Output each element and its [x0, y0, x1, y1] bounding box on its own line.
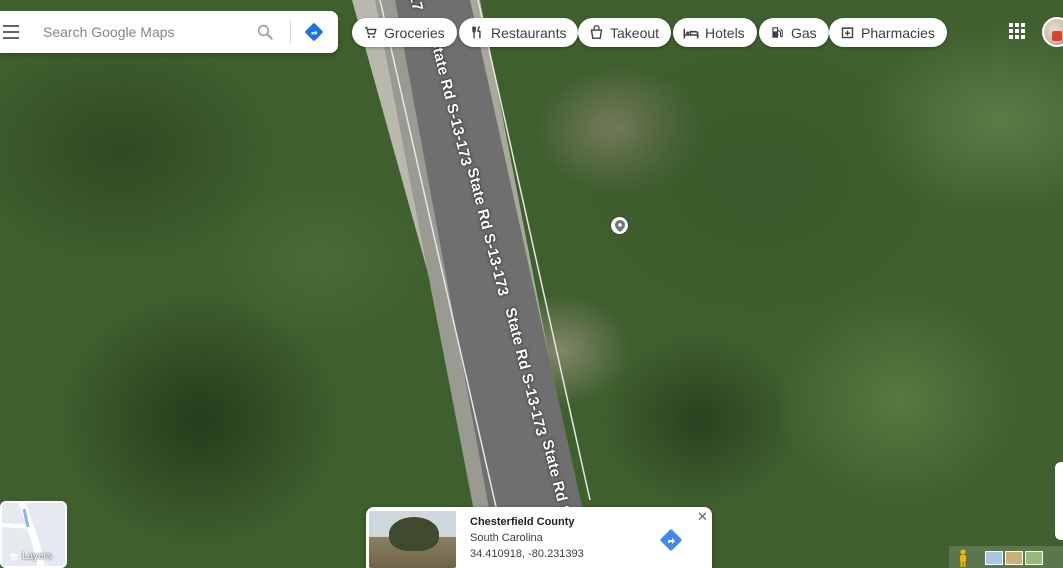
place-pin-icon[interactable]: [611, 217, 628, 234]
gas-pump-icon: [769, 25, 785, 41]
thumbnail[interactable]: [1005, 551, 1023, 565]
pharmacy-icon: [839, 25, 855, 41]
apps-grid-icon[interactable]: [1009, 23, 1025, 39]
layers-button[interactable]: Layers: [0, 501, 67, 568]
chip-restaurants[interactable]: Restaurants: [459, 18, 579, 47]
chip-label: Pharmacies: [861, 24, 935, 41]
cart-icon: [362, 25, 378, 41]
imagery-thumbnails[interactable]: [985, 551, 1043, 565]
chip-gas[interactable]: Gas: [759, 18, 829, 47]
chip-label: Takeout: [610, 24, 660, 41]
location-coordinates: 34.410918, -80.231393: [470, 548, 584, 560]
location-info-card[interactable]: Chesterfield County South Carolina 34.41…: [366, 507, 712, 568]
layers-label-wrap: Layers: [8, 551, 52, 562]
search-box: [0, 11, 338, 53]
location-title: Chesterfield County: [470, 516, 575, 528]
chip-label: Restaurants: [491, 24, 567, 41]
road: [352, 0, 591, 568]
hamburger-menu-icon[interactable]: [3, 23, 25, 41]
chip-groceries[interactable]: Groceries: [352, 18, 457, 47]
bed-icon: [683, 25, 699, 41]
chip-label: Groceries: [384, 24, 445, 41]
directions-icon[interactable]: [304, 22, 324, 42]
fork-knife-icon: [469, 25, 485, 41]
layers-icon: [9, 552, 18, 561]
map-controls-edge[interactable]: [1055, 462, 1063, 540]
divider: [290, 20, 291, 44]
takeout-icon: [588, 25, 604, 41]
directions-icon[interactable]: [659, 528, 683, 552]
layers-label: Layers: [22, 551, 53, 562]
chip-takeout[interactable]: Takeout: [578, 18, 672, 47]
location-photo[interactable]: [369, 511, 456, 568]
thumbnail[interactable]: [985, 551, 1003, 565]
chip-label: Hotels: [705, 24, 745, 41]
chip-hotels[interactable]: Hotels: [673, 18, 757, 47]
close-icon[interactable]: ✕: [697, 509, 708, 525]
search-input[interactable]: [43, 24, 243, 40]
search-icon[interactable]: [256, 23, 274, 41]
satellite-map[interactable]: 17 State Rd S-13-173 State Rd S-13-173 S…: [0, 0, 1063, 568]
chip-label: Gas: [791, 24, 817, 41]
chip-pharmacies[interactable]: Pharmacies: [829, 18, 947, 47]
pegman-icon[interactable]: [957, 549, 969, 567]
thumbnail[interactable]: [1025, 551, 1043, 565]
location-subtitle: South Carolina: [470, 532, 543, 544]
